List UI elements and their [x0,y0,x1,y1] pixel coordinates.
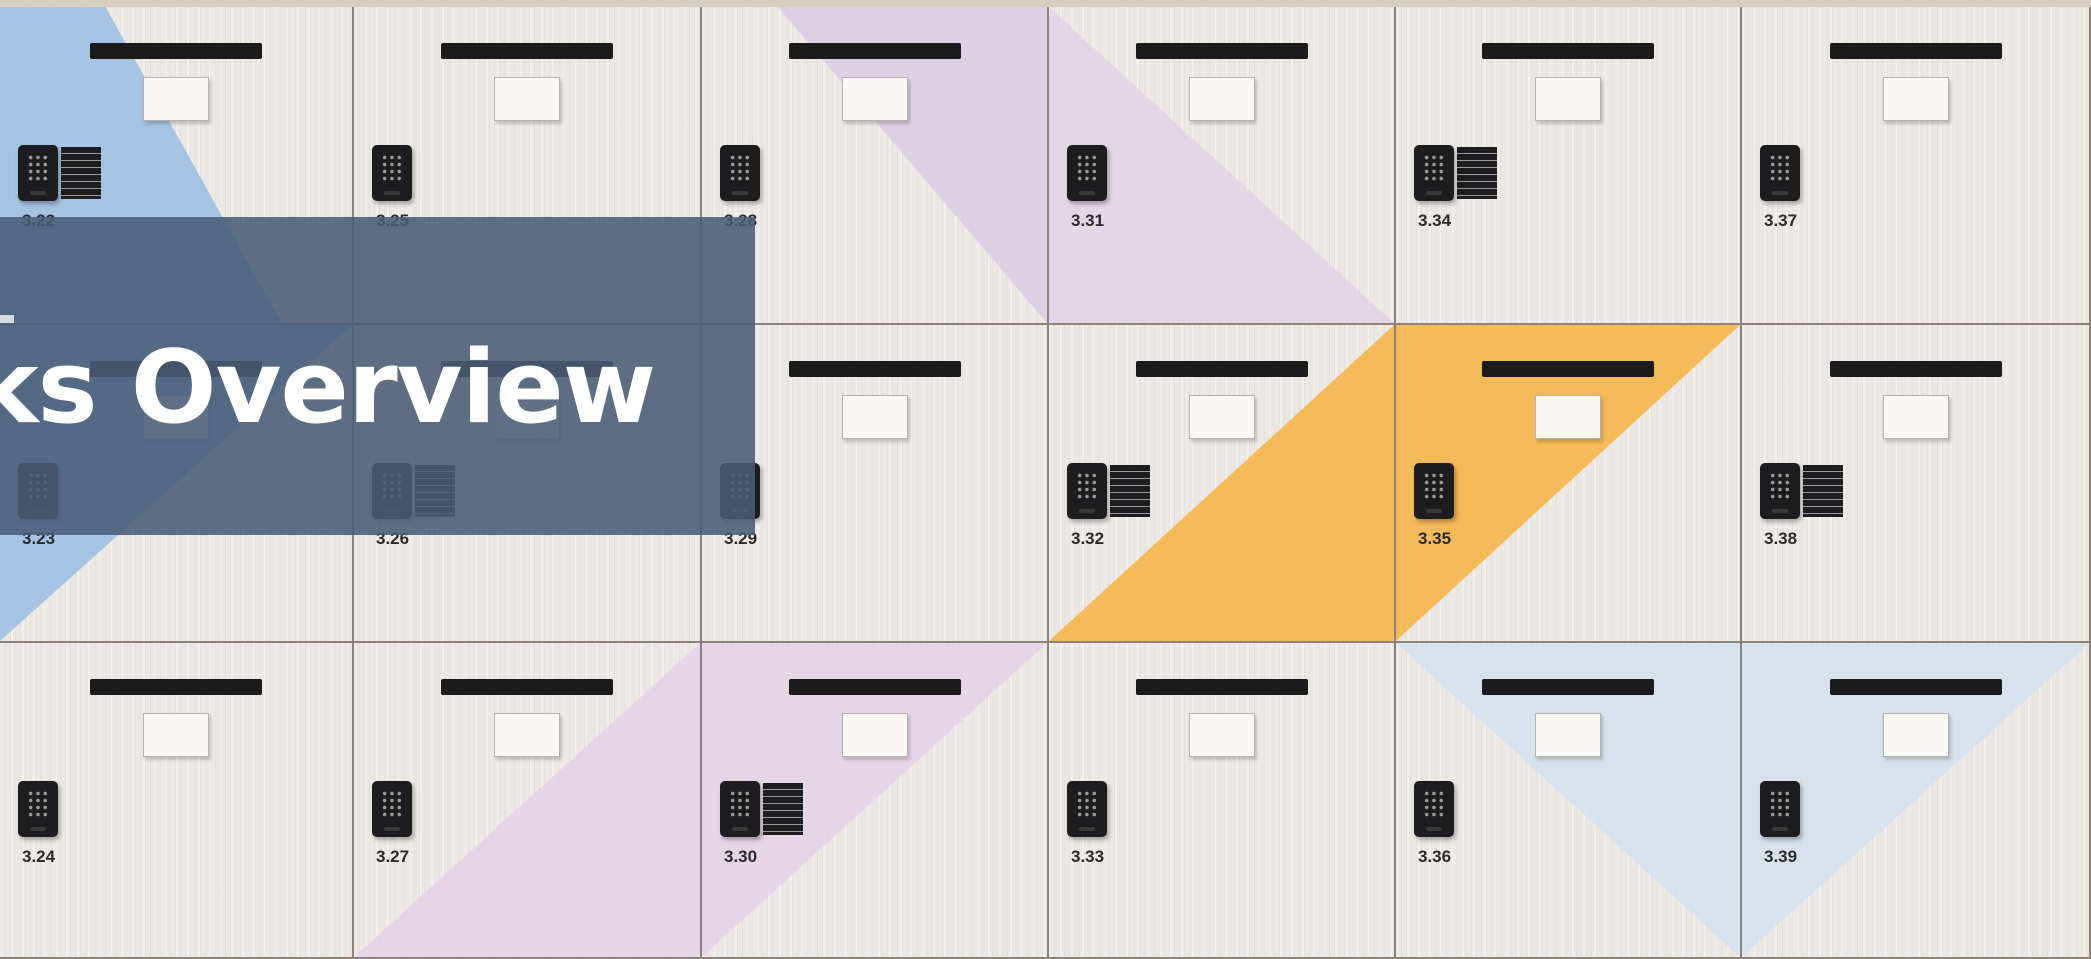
mail-slot [1829,43,2002,59]
keypad-lock-icon [1067,463,1107,519]
keypad-lock-icon [720,781,760,837]
name-plate [841,395,908,439]
mail-slot [1829,361,2002,377]
locker-number: 3.27 [376,847,410,866]
mail-slot [1482,361,1654,377]
mail-slot [1135,361,1308,377]
mail-slot [1135,679,1308,695]
name-plate [841,713,908,757]
instruction-card [1803,465,1843,517]
name-plate [1188,77,1255,121]
name-plate [841,77,908,121]
locker: 3.36 [1396,643,1742,959]
locker-number: 3.30 [724,847,758,866]
name-plate [1188,395,1255,439]
keypad-lock-icon [18,145,58,201]
name-plate [1535,713,1601,757]
mail-slot [90,43,262,59]
locker: 3.35 [1396,325,1742,643]
mail-slot [1482,43,1654,59]
locker-number: 3.34 [1418,211,1452,230]
keypad-lock-icon [1067,781,1107,837]
keypad-lock-icon [1760,781,1800,837]
instruction-card [1457,147,1497,199]
name-plate [494,713,560,757]
mail-slot [1135,43,1308,59]
locker: 3.37 [1742,7,2091,325]
name-plate [143,713,209,757]
name-plate [1882,395,1949,439]
name-plate [1882,77,1949,121]
locker: 3.38 [1742,325,2091,643]
locker-number: 3.36 [1418,847,1452,866]
locker: 3.33 [1049,643,1396,959]
locker-number: 3.39 [1764,847,1798,866]
locker: 3.24 [0,643,354,959]
keypad-lock-icon [1760,145,1800,201]
locker-number: 3.24 [22,847,56,866]
instruction-card [763,783,803,835]
locker: 3.31 [1049,7,1396,325]
keypad-lock-icon [1414,781,1454,837]
keypad-lock-icon [18,781,58,837]
locker: 3.32 [1049,325,1396,643]
mail-slot [788,361,961,377]
name-plate [1882,713,1949,757]
instruction-card [1110,465,1150,517]
name-plate [1535,77,1601,121]
locker: 3.34 [1396,7,1742,325]
mail-slot [441,679,613,695]
name-plate [494,77,560,121]
locker-number: 3.32 [1071,529,1105,548]
locker-number: 3.38 [1764,529,1798,548]
banner-title: cks Overview [0,328,656,446]
mail-slot [90,679,262,695]
mail-slot [441,43,613,59]
keypad-lock-icon [720,145,760,201]
locker: 3.27 [354,643,702,959]
locker-number: 3.31 [1071,211,1105,230]
mail-slot [1482,679,1654,695]
wall-top-trim [0,0,2091,7]
keypad-lock-icon [1067,145,1107,201]
mail-slot [788,679,961,695]
keypad-lock-icon [372,145,412,201]
mail-slot [788,43,961,59]
banner-dash [0,315,14,323]
title-banner: cks Overview [0,217,755,535]
instruction-card [61,147,101,199]
name-plate [1188,713,1255,757]
keypad-lock-icon [1414,463,1454,519]
keypad-lock-icon [1414,145,1454,201]
name-plate [143,77,209,121]
keypad-lock-icon [1760,463,1800,519]
mail-slot [1829,679,2002,695]
name-plate [1535,395,1601,439]
locker: 3.30 [702,643,1049,959]
keypad-lock-icon [372,781,412,837]
locker-number: 3.35 [1418,529,1452,548]
locker-number: 3.33 [1071,847,1105,866]
locker: 3.39 [1742,643,2091,959]
locker-number: 3.37 [1764,211,1798,230]
